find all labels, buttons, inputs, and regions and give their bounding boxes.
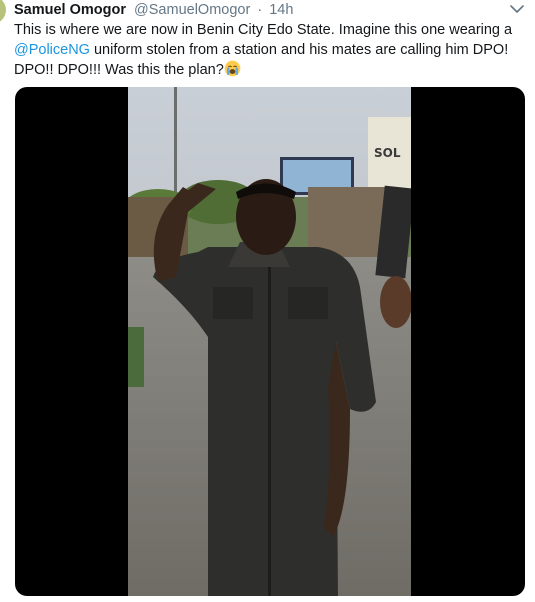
display-name[interactable]: Samuel Omogor (14, 2, 126, 18)
video-player[interactable]: SOL (15, 87, 525, 596)
user-handle[interactable]: @SamuelOmogor (134, 2, 250, 18)
tweet-header: Samuel Omogor @SamuelOmogor · 14h (14, 1, 293, 19)
tweet-text-part1: This is where we are now in Benin City E… (14, 22, 513, 38)
tweet-text: This is where we are now in Benin City E… (14, 20, 529, 80)
video-frame[interactable]: SOL (128, 87, 411, 596)
billboard-text: SOL (374, 146, 401, 160)
avatar[interactable] (0, 0, 6, 24)
chevron-down-icon[interactable] (508, 0, 526, 18)
crying-face-emoji (224, 60, 241, 77)
tweet[interactable]: Samuel Omogor @SamuelOmogor · 14h This i… (0, 0, 535, 602)
separator-dot: · (257, 2, 263, 18)
timestamp[interactable]: 14h (269, 2, 293, 18)
mention-link[interactable]: @PoliceNG (14, 42, 90, 58)
